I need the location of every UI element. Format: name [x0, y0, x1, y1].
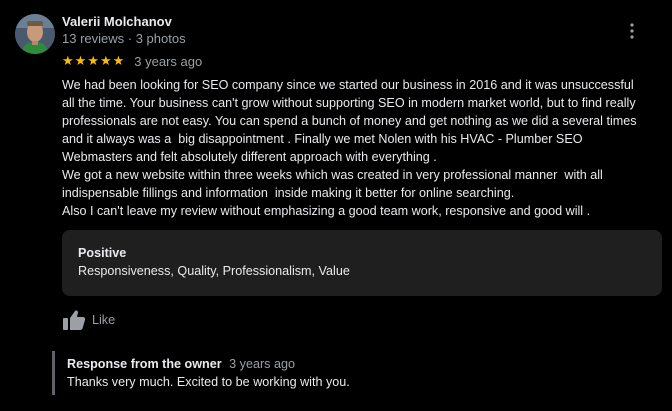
like-button[interactable]: Like: [62, 308, 115, 332]
owner-response-title: Response from the owner: [67, 357, 222, 371]
reviewer-meta: 13 reviews · 3 photos: [62, 31, 186, 46]
reviewer-avatar[interactable]: [15, 14, 55, 54]
review-date: 3 years ago: [134, 53, 203, 69]
star-icon: ★: [62, 53, 74, 69]
star-icon: ★: [112, 53, 125, 69]
star-rating: ★ ★ ★ ★ ★: [62, 55, 125, 68]
rating-row: ★ ★ ★ ★ ★ 3 years ago: [62, 53, 202, 69]
more-options-button[interactable]: [620, 20, 644, 42]
thumbs-up-icon: [63, 310, 86, 330]
owner-response-header: Response from the owner 3 years ago: [67, 357, 295, 371]
star-icon: ★: [74, 53, 87, 69]
review-attributes-panel: Positive Responsiveness, Quality, Profes…: [62, 230, 662, 296]
owner-response-date: 3 years ago: [229, 357, 295, 371]
attributes-values: Responsiveness, Quality, Professionalism…: [78, 264, 350, 278]
reviewer-avatar-photo-icon: [15, 14, 55, 54]
owner-response-text: Thanks very much. Excited to be working …: [67, 375, 350, 389]
owner-response: Response from the owner 3 years ago Than…: [52, 351, 655, 395]
review-text: We had been looking for SEO company sinc…: [62, 78, 637, 218]
star-icon: ★: [99, 53, 112, 69]
star-icon: ★: [87, 53, 99, 69]
reviewer-name[interactable]: Valerii Molchanov: [62, 14, 172, 29]
more-vert-icon: [630, 23, 634, 39]
like-label: Like: [92, 313, 116, 327]
attributes-title: Positive: [78, 246, 127, 260]
review-card: Valerii Molchanov 13 reviews · 3 photos …: [0, 0, 672, 411]
